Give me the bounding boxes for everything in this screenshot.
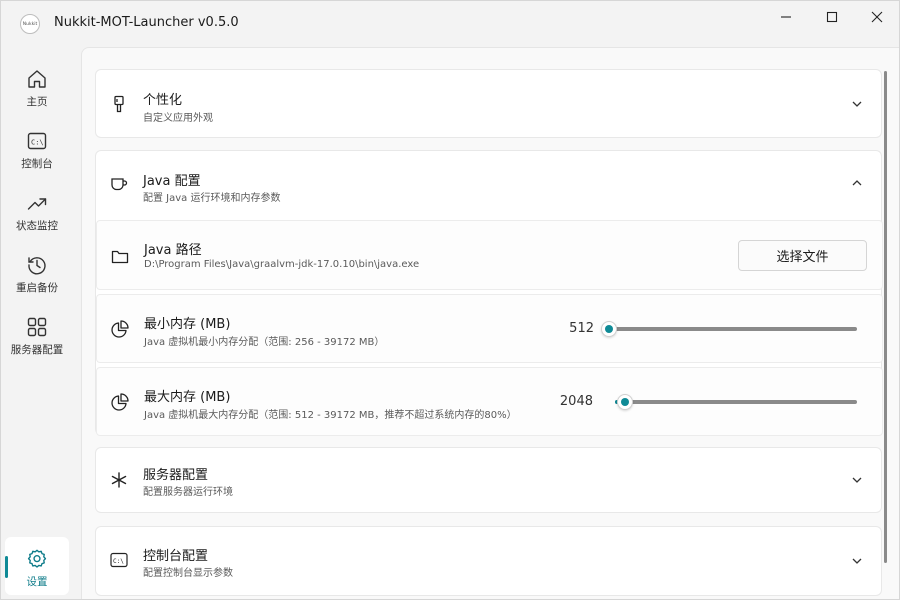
java-path-row: Java 路径 D:\Program Files\Java\graalvm-jd… <box>96 220 883 290</box>
section-title: 个性化 <box>143 93 183 108</box>
min-memory-subtitle: Java 虚拟机最小内存分配（范围: 256 - 39172 MB） <box>144 337 385 348</box>
max-memory-row: 最大内存 (MB) Java 虚拟机最大内存分配（范围: 512 - 39172… <box>96 367 883 436</box>
chevron-down-icon[interactable] <box>851 555 863 567</box>
title-bar[interactable]: Nukkit Nukkit-MOT-Launcher v0.5.0 <box>1 1 899 47</box>
gear-icon <box>25 547 49 571</box>
sidebar-item-label: 主页 <box>26 96 48 108</box>
section-java: Java 配置 配置 Java 运行环境和内存参数 Java 路径 D:\Pro… <box>95 150 883 436</box>
grid-icon <box>25 315 49 339</box>
sidebar: 主页 C:\ 控制台 状态监控 重启备份 服务器配置 设置 <box>1 53 73 599</box>
sidebar-item-backup[interactable]: 重启备份 <box>5 243 69 301</box>
sidebar-item-label: 状态监控 <box>16 220 58 232</box>
console-icon: C:\ <box>110 551 128 569</box>
sidebar-item-label: 服务器配置 <box>10 344 64 356</box>
vertical-scrollbar[interactable] <box>884 71 887 563</box>
chevron-down-icon[interactable] <box>851 98 863 110</box>
sidebar-item-server-config[interactable]: 服务器配置 <box>5 305 69 363</box>
chevron-down-icon[interactable] <box>851 474 863 486</box>
section-subtitle: 配置服务器运行环境 <box>143 487 233 498</box>
max-memory-title: 最大内存 (MB) <box>144 390 231 405</box>
minimize-icon <box>781 16 791 18</box>
active-indicator <box>5 556 8 578</box>
max-memory-value: 2048 <box>559 394 593 409</box>
minimize-button[interactable] <box>763 1 809 33</box>
section-console[interactable]: C:\ 控制台配置 配置控制台显示参数 <box>95 526 882 596</box>
window-title: Nukkit-MOT-Launcher v0.5.0 <box>54 15 239 30</box>
close-button[interactable] <box>854 1 899 33</box>
pie-chart-icon <box>111 393 129 411</box>
sidebar-item-settings[interactable]: 设置 <box>5 537 69 595</box>
min-memory-title: 最小内存 (MB) <box>144 317 231 332</box>
trending-up-icon <box>25 191 49 215</box>
chevron-up-icon[interactable] <box>851 177 863 189</box>
min-memory-row: 最小内存 (MB) Java 虚拟机最小内存分配（范围: 256 - 39172… <box>96 294 883 363</box>
max-memory-subtitle: Java 虚拟机最大内存分配（范围: 512 - 39172 MB，推荐不超过系… <box>144 410 517 421</box>
java-path-title: Java 路径 <box>144 243 202 258</box>
svg-text:C:\: C:\ <box>113 558 124 565</box>
java-path-value: D:\Program Files\Java\graalvm-jdk-17.0.1… <box>144 259 420 270</box>
history-icon <box>25 253 49 277</box>
min-memory-slider[interactable] <box>607 327 857 331</box>
section-server[interactable]: 服务器配置 配置服务器运行环境 <box>95 447 882 513</box>
app-window: Nukkit Nukkit-MOT-Launcher v0.5.0 主页 C:\… <box>0 0 900 600</box>
sidebar-item-monitor[interactable]: 状态监控 <box>5 181 69 239</box>
sidebar-item-label: 设置 <box>26 576 48 588</box>
close-icon <box>871 11 883 23</box>
section-title: 服务器配置 <box>143 468 209 483</box>
min-memory-slider-thumb[interactable] <box>600 321 617 337</box>
max-memory-slider[interactable] <box>615 400 857 404</box>
section-subtitle: 配置 Java 运行环境和内存参数 <box>143 193 281 204</box>
cup-icon <box>110 175 128 193</box>
home-icon <box>25 67 49 91</box>
max-memory-slider-thumb[interactable] <box>616 394 633 410</box>
console-icon: C:\ <box>25 129 49 153</box>
min-memory-value: 512 <box>569 321 594 336</box>
sidebar-item-label: 控制台 <box>21 158 53 170</box>
settings-content: 个性化 自定义应用外观 Java 配置 配置 Java 运行环境和内存参数 Ja… <box>81 47 899 599</box>
section-personalize[interactable]: 个性化 自定义应用外观 <box>95 69 882 138</box>
asterisk-icon <box>110 471 128 489</box>
app-logo: Nukkit <box>20 14 40 34</box>
section-subtitle: 自定义应用外观 <box>143 113 213 124</box>
folder-icon <box>111 247 129 265</box>
choose-file-button[interactable]: 选择文件 <box>738 240 867 271</box>
maximize-icon <box>826 11 838 23</box>
svg-text:C:\: C:\ <box>31 139 44 147</box>
sidebar-item-home[interactable]: 主页 <box>5 57 69 115</box>
sidebar-item-label: 重启备份 <box>16 282 58 294</box>
maximize-button[interactable] <box>809 1 855 33</box>
sidebar-item-console[interactable]: C:\ 控制台 <box>5 119 69 177</box>
section-title: Java 配置 <box>143 174 201 189</box>
brush-icon <box>110 95 128 113</box>
pie-chart-icon <box>111 320 129 338</box>
section-title: 控制台配置 <box>143 549 209 564</box>
section-subtitle: 配置控制台显示参数 <box>143 568 233 579</box>
